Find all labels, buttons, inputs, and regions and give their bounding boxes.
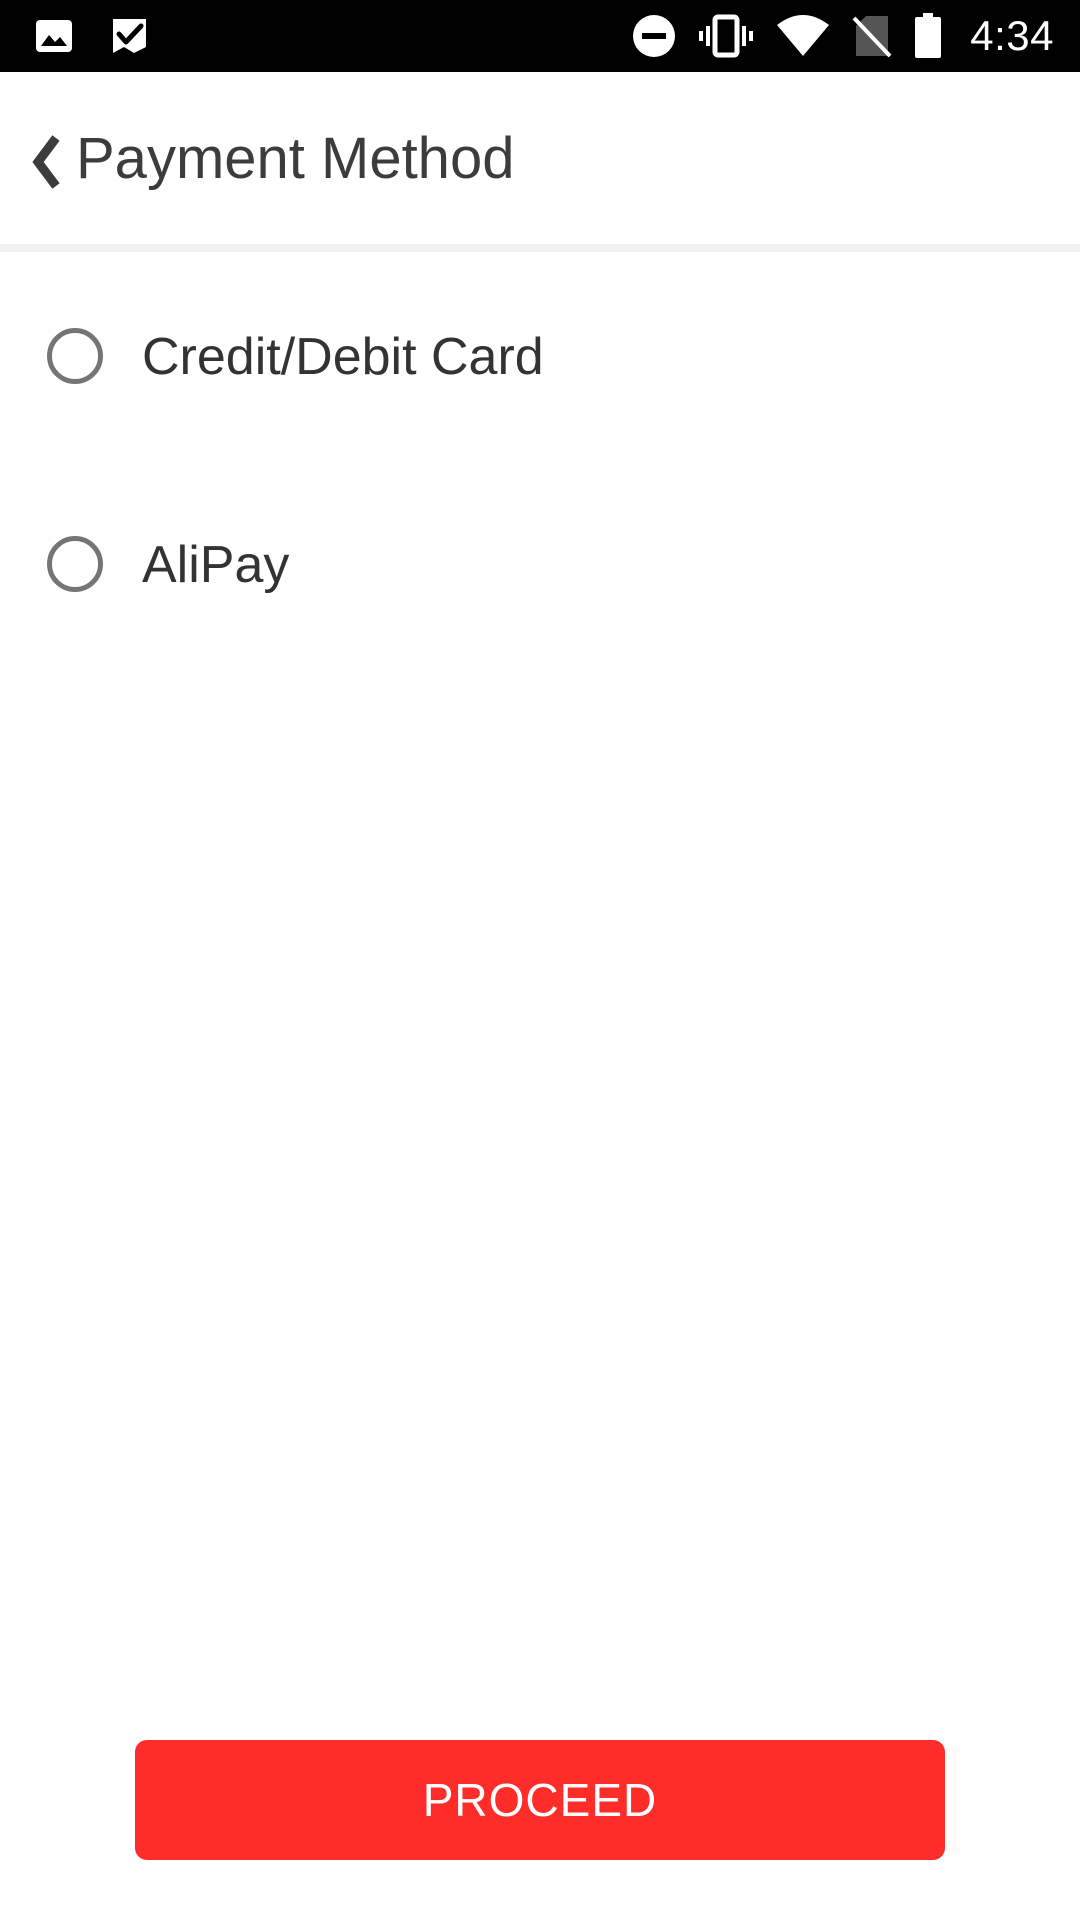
wifi-icon: [777, 15, 830, 56]
vibrate-icon: [699, 14, 754, 58]
page-title: Payment Method: [76, 126, 515, 191]
radio-button-alipay[interactable]: [47, 536, 103, 592]
payment-method-screen: 4:34 Payment Method Credit/Debit Card Al…: [0, 0, 1080, 1920]
header-divider: [0, 244, 1080, 252]
status-time: 4:34: [970, 12, 1054, 59]
app-bar: Payment Method: [0, 72, 1080, 248]
battery-icon: [915, 13, 942, 58]
payment-option-label: Credit/Debit Card: [142, 328, 544, 386]
check-flag-icon: [113, 19, 146, 53]
payment-option-alipay[interactable]: AliPay: [0, 496, 1080, 636]
status-bar-notifications: [34, 0, 150, 72]
proceed-button[interactable]: PROCEED: [135, 1740, 945, 1860]
status-bar-system: 4:34: [632, 0, 1054, 72]
payment-option-label: AliPay: [142, 536, 290, 594]
chevron-left-icon[interactable]: [26, 134, 66, 190]
status-bar: 4:34: [0, 0, 1080, 72]
radio-button-card[interactable]: [47, 328, 103, 384]
no-sim-icon: [852, 16, 892, 58]
image-icon: [36, 20, 72, 52]
payment-option-card[interactable]: Credit/Debit Card: [0, 288, 1080, 428]
do-not-disturb-icon: [633, 15, 676, 57]
